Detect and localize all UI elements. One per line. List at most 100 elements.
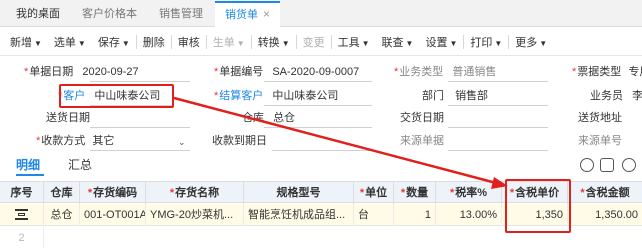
active-tab-indicator [16, 174, 44, 176]
underline [264, 127, 372, 128]
warehouse-field: 仓库 总仓 [242, 108, 295, 128]
col-header-index-label: 序号 [10, 187, 33, 199]
source-doc-field: 来源单据 [400, 131, 444, 151]
biz-type-label: 业务类型 [399, 66, 444, 78]
more-button[interactable]: 更多 ▼ [509, 34, 553, 50]
underline [448, 127, 548, 128]
doc-date-label: 单据日期 [29, 66, 74, 78]
chevron-down-icon[interactable]: ⌄ [178, 137, 186, 148]
gear-icon[interactable] [622, 158, 636, 172]
settle-customer-label: 结算客户 [219, 90, 264, 102]
cell-code[interactable]: 001-OT001A [80, 204, 146, 226]
underline [448, 105, 548, 106]
col-header-spec-label: 规格型号 [276, 187, 321, 199]
required-marker: * [580, 187, 585, 199]
more-label: 更多 [515, 36, 538, 49]
doc-number-field: *单据编号 SA-2020-09-0007 [214, 62, 359, 82]
col-header-amount-incl-tax: *含税金额 [568, 182, 642, 204]
cell-unit[interactable]: 台 [354, 204, 394, 226]
chevron-down-icon: ▼ [34, 38, 42, 48]
settings-label: 设置 [425, 36, 448, 49]
delivery-address-label: 送货地址 [578, 112, 622, 124]
col-header-code: *存货编码 [80, 182, 146, 204]
salesman-field: 业务员 李彦 [590, 86, 642, 106]
location-icon[interactable] [580, 158, 594, 172]
required-marker: * [169, 187, 175, 199]
payment-method-label: 收款方式 [41, 135, 86, 147]
search-icon[interactable] [600, 158, 614, 172]
underline [90, 150, 190, 151]
tools-button[interactable]: 工具 ▼ [332, 34, 376, 50]
required-marker: * [400, 187, 406, 199]
source-doc-label: 来源单据 [400, 135, 444, 147]
source-no-field: 来源单号 [578, 131, 622, 151]
cell-spec[interactable]: 智能烹饪机成品组... [244, 204, 354, 226]
doc-number-input[interactable]: SA-2020-09-0007 [272, 66, 359, 78]
select-button[interactable]: 选单 ▼ [48, 34, 92, 50]
chevron-down-icon: ▼ [121, 38, 130, 48]
required-marker: * [359, 187, 365, 199]
cell-name[interactable]: YMG-20炒菜机... [146, 204, 244, 226]
delivery-date-field: 送货日期 [46, 108, 90, 128]
tab-summary[interactable]: 汇总 [68, 156, 92, 173]
payment-method-select[interactable]: 其它 [92, 135, 114, 147]
biz-type-input[interactable]: 普通销售 [452, 66, 496, 78]
cell-amount-incl-tax[interactable]: 1,350.00 [568, 204, 642, 226]
link-query-button[interactable]: 联查 ▼ [376, 34, 420, 50]
col-header-code-label: 存货编码 [93, 187, 138, 199]
col-header-warehouse: 仓库 [44, 182, 80, 204]
col-header-qty-label: 数量 [406, 187, 429, 199]
department-field: 部门 销售部 [422, 86, 488, 106]
row-menu-icon[interactable] [0, 204, 44, 226]
tab-detail[interactable]: 明细 [16, 156, 40, 173]
chevron-down-icon: ▼ [539, 38, 548, 48]
cell-tax-rate[interactable]: 13.00% [436, 204, 502, 226]
required-marker: * [214, 90, 219, 102]
required-marker: * [36, 135, 41, 147]
tab-desktop[interactable]: 我的桌面 [6, 2, 70, 26]
underline [264, 81, 372, 82]
change-button[interactable]: 变更 [297, 34, 331, 50]
price-highlight-box [505, 179, 571, 233]
warehouse-label: 仓库 [242, 112, 264, 124]
detail-tabs: 明细 汇总 [0, 154, 642, 178]
source-no-label: 来源单号 [578, 135, 622, 147]
settle-customer-field: *结算客户 中山味泰公司 [214, 86, 338, 106]
salesman-label: 业务员 [590, 90, 623, 102]
col-header-index: 序号 [0, 182, 44, 204]
salesman-input[interactable]: 李彦 [632, 90, 642, 102]
chevron-down-icon: ▼ [449, 38, 458, 48]
chevron-down-icon: ▼ [361, 38, 370, 48]
delete-button[interactable]: 删除 [137, 34, 171, 50]
doc-date-input[interactable]: 2020-09-27 [82, 66, 138, 78]
chevron-down-icon: ▼ [494, 38, 503, 48]
generate-order-button[interactable]: 生单 ▼ [207, 34, 251, 50]
delivery-date-label: 送货日期 [46, 112, 90, 124]
select-label: 选单 [53, 36, 76, 49]
doc-number-label: 单据编号 [219, 66, 264, 78]
required-marker: * [24, 66, 29, 78]
underline [90, 81, 190, 82]
tab-sales-delivery[interactable]: 销货单 × [215, 1, 281, 27]
settings-button[interactable]: 设置 ▼ [419, 34, 463, 50]
tab-customer-price-book[interactable]: 客户价格本 [72, 2, 147, 26]
department-input[interactable]: 销售部 [455, 90, 488, 102]
receipt-due-field: 收款到期日 [212, 131, 267, 151]
ticket-type-input[interactable]: 专用 [628, 66, 642, 78]
required-marker: * [87, 187, 93, 199]
warehouse-input[interactable]: 总仓 [273, 112, 295, 124]
cell-index: 2 [0, 227, 44, 248]
tab-sales-management[interactable]: 销售管理 [149, 2, 213, 26]
delivery-address-field: 送货地址 [578, 108, 622, 128]
save-button[interactable]: 保存 ▼ [92, 34, 136, 50]
print-button[interactable]: 打印 ▼ [464, 34, 508, 50]
new-button[interactable]: 新增 ▼ [4, 34, 48, 50]
cell-qty[interactable]: 1 [394, 204, 436, 226]
settle-customer-input[interactable]: 中山味泰公司 [272, 90, 338, 102]
audit-button[interactable]: 审核 [172, 34, 206, 50]
close-icon[interactable]: × [263, 7, 270, 21]
convert-button[interactable]: 转换 ▼ [252, 34, 296, 50]
cell-warehouse[interactable]: 总仓 [44, 204, 80, 226]
required-marker: * [449, 187, 455, 199]
chevron-down-icon: ▼ [405, 38, 414, 48]
